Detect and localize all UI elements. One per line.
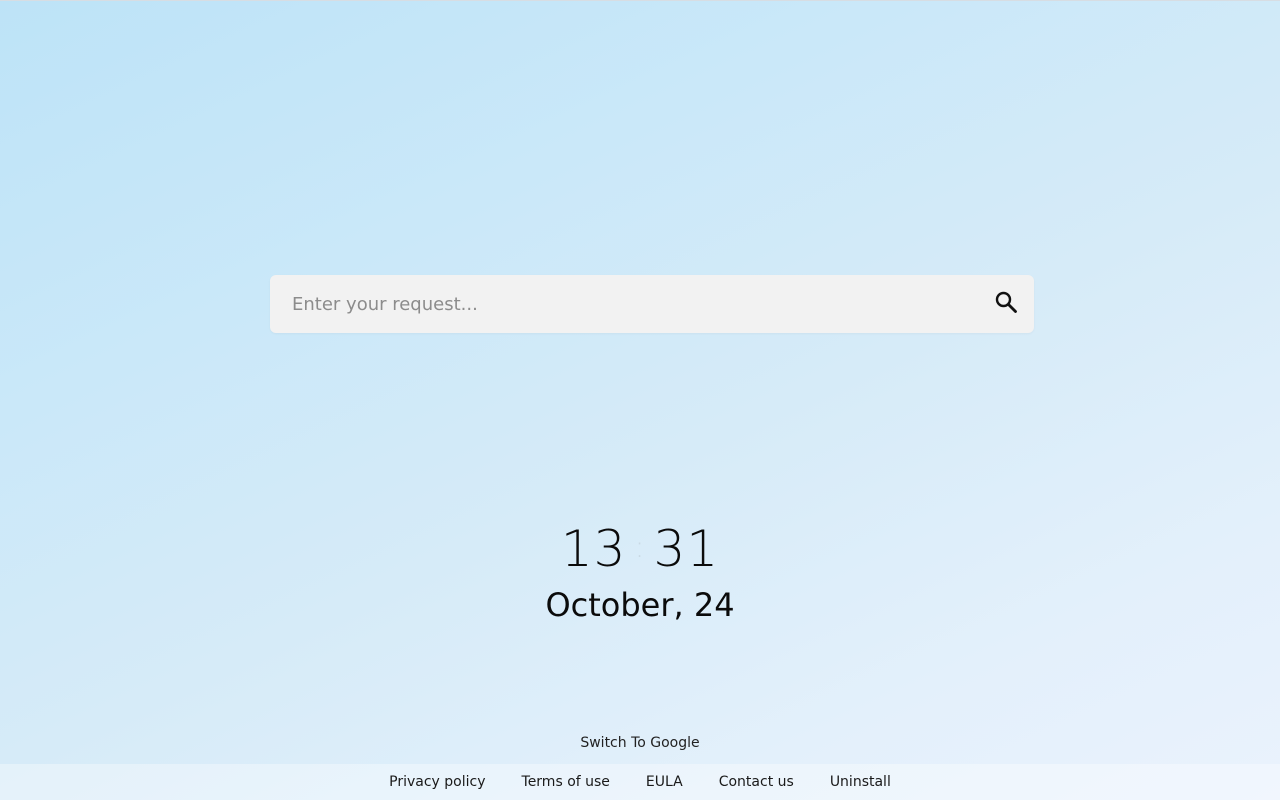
footer-link-contact-us[interactable]: Contact us [719, 774, 794, 790]
footer-link-uninstall[interactable]: Uninstall [830, 774, 891, 790]
footer-link-eula[interactable]: EULA [646, 774, 683, 790]
search-icon [994, 290, 1018, 318]
top-border [0, 0, 1280, 1]
clock-hours: 13 [560, 520, 627, 578]
date-display: October, 24 [545, 586, 735, 624]
clock-separator: : [634, 529, 646, 565]
search-input[interactable] [270, 275, 970, 333]
search-box [270, 275, 1034, 333]
clock: 13 : 31 [0, 520, 1280, 578]
footer-link-terms-of-use[interactable]: Terms of use [522, 774, 610, 790]
search-button[interactable] [986, 284, 1026, 324]
footer: Privacy policy Terms of use EULA Contact… [0, 764, 1280, 800]
switch-to-google-link[interactable]: Switch To Google [0, 735, 1280, 751]
footer-link-privacy-policy[interactable]: Privacy policy [389, 774, 485, 790]
clock-minutes: 31 [653, 520, 720, 578]
